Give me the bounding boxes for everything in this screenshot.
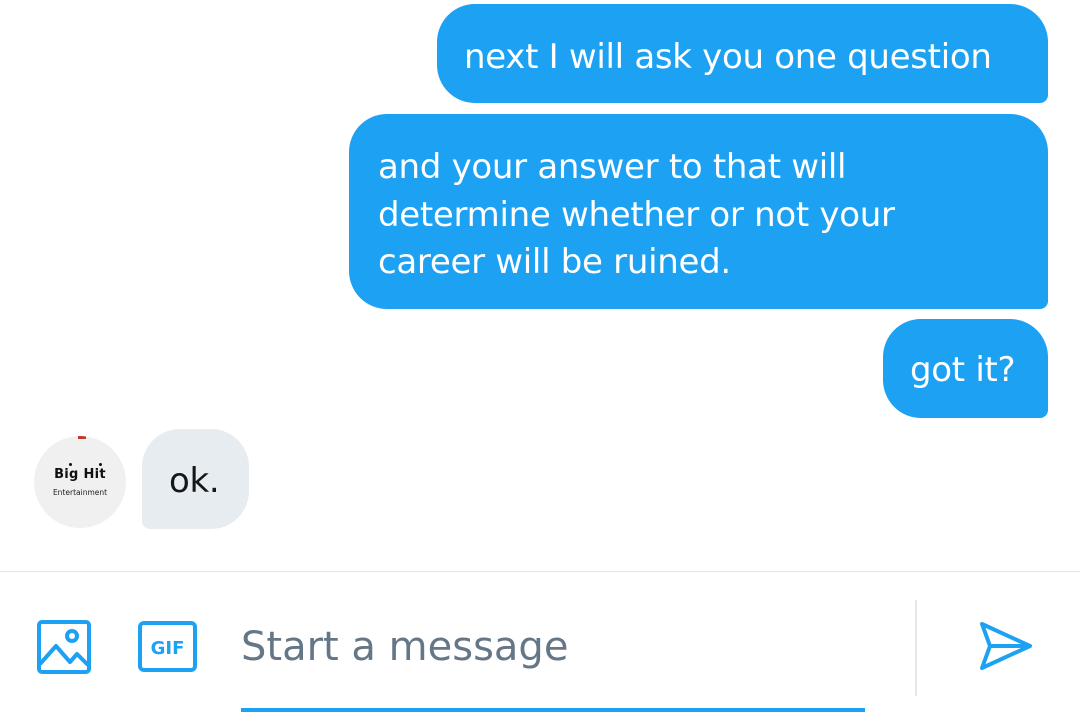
- image-icon[interactable]: [37, 620, 91, 674]
- logo-mark: [78, 436, 86, 439]
- message-input-wrapper: [241, 612, 865, 714]
- send-divider: [915, 600, 917, 696]
- avatar-logo-text: Big Hit: [54, 467, 106, 482]
- avatar-logo-subtext: Entertainment: [52, 488, 108, 497]
- gif-icon[interactable]: GIF: [138, 621, 197, 672]
- message-text: got it?: [910, 350, 1016, 390]
- dm-conversation-screen: next I will ask you one question and you…: [0, 0, 1080, 722]
- message-text: ok.: [169, 461, 220, 501]
- received-message-bubble[interactable]: ok.: [142, 429, 249, 529]
- logo-dot: [69, 463, 72, 466]
- message-text-line: and your answer to that will: [378, 147, 847, 187]
- avatar[interactable]: Big Hit Entertainment: [34, 436, 126, 528]
- sent-message-bubble[interactable]: and your answer to that will determine w…: [349, 114, 1048, 309]
- gif-label: GIF: [151, 638, 185, 659]
- message-text-line: determine whether or not your: [378, 195, 895, 235]
- sent-message-bubble[interactable]: next I will ask you one question: [437, 4, 1048, 103]
- input-focus-underline: [241, 708, 865, 712]
- sent-message-bubble[interactable]: got it?: [883, 319, 1048, 418]
- logo-dot: [99, 463, 102, 466]
- message-text-line: career will be ruined.: [378, 242, 731, 282]
- send-icon[interactable]: [978, 620, 1034, 672]
- message-input[interactable]: [241, 612, 865, 682]
- message-text: next I will ask you one question: [464, 37, 992, 77]
- composer-divider: [0, 571, 1080, 572]
